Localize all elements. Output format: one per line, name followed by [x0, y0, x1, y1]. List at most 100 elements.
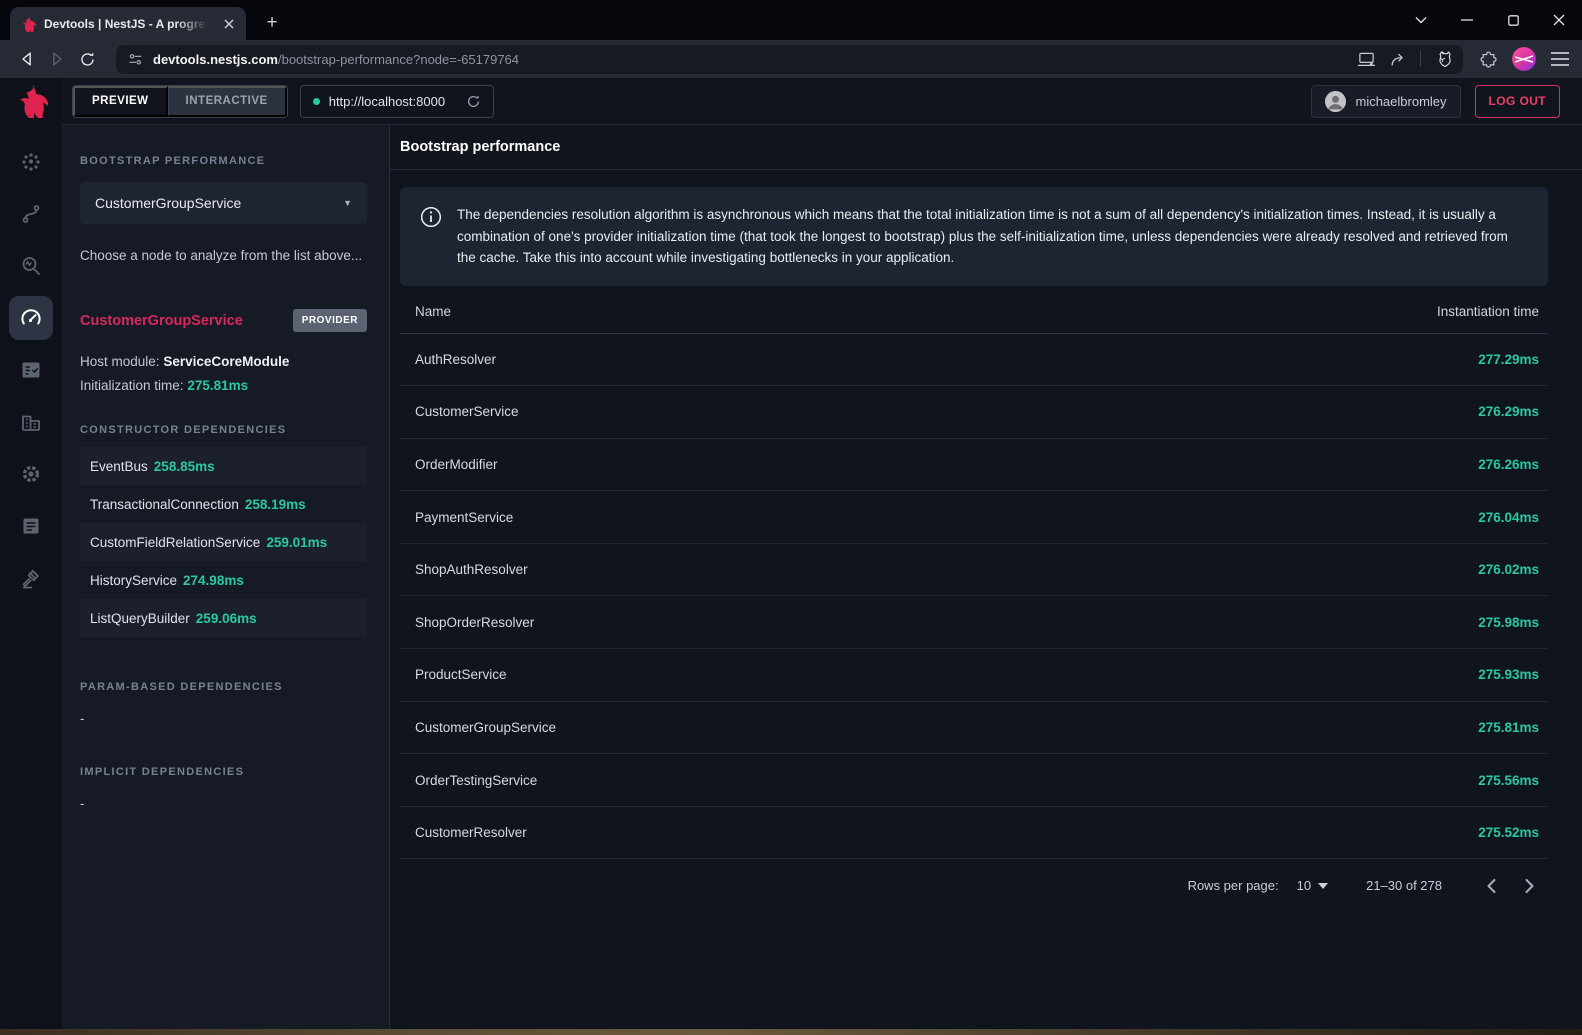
column-name: Name: [415, 304, 451, 319]
table-row: CustomerService 276.29ms: [400, 386, 1548, 439]
table-row: ProductService 275.93ms: [400, 649, 1548, 702]
previous-page-button[interactable]: [1472, 867, 1510, 905]
dependency-time: 258.19ms: [245, 497, 306, 512]
dependency-item[interactable]: CustomFieldRelationService 259.01ms: [80, 523, 367, 561]
nav-modules[interactable]: [9, 400, 53, 444]
table-pagination: Rows per page: 10 21–30 of 278: [400, 859, 1548, 912]
window-close-button[interactable]: [1536, 0, 1582, 40]
table-row: ShopAuthResolver 276.02ms: [400, 544, 1548, 597]
desktop-background-edge: [0, 1029, 1582, 1035]
send-to-device-icon[interactable]: [1357, 51, 1376, 68]
user-chip[interactable]: michaelbromley: [1311, 85, 1460, 118]
nav-build[interactable]: [9, 556, 53, 600]
dependency-time: 259.06ms: [196, 611, 257, 626]
node-select[interactable]: CustomerGroupService ▼: [80, 182, 367, 224]
interactive-button[interactable]: INTERACTIVE: [168, 86, 287, 117]
dependency-item[interactable]: ListQueryBuilder 259.06ms: [80, 599, 367, 637]
devtools-app: PREVIEW INTERACTIVE http://localhost:800…: [0, 78, 1582, 1029]
docs-icon: [20, 515, 42, 537]
status-dot: [313, 98, 320, 105]
dependency-item[interactable]: HistoryService 274.98ms: [80, 561, 367, 599]
implicit-deps-empty: -: [80, 796, 367, 811]
browser-toolbar: devtools.nestjs.com/bootstrap-performanc…: [0, 40, 1582, 78]
row-node-name: ShopAuthResolver: [415, 562, 528, 577]
preview-button[interactable]: PREVIEW: [73, 86, 168, 117]
nestjs-logo[interactable]: [0, 78, 62, 124]
nav-performance[interactable]: [9, 296, 53, 340]
param-deps-title: PARAM-BASED DEPENDENCIES: [80, 681, 367, 693]
nav-routes[interactable]: [9, 192, 53, 236]
nav-docs[interactable]: [9, 504, 53, 548]
row-node-name: AuthResolver: [415, 352, 496, 367]
window-maximize-button[interactable]: [1490, 0, 1536, 40]
row-node-name: OrderModifier: [415, 457, 498, 472]
implicit-deps-title: IMPLICIT DEPENDENCIES: [80, 766, 367, 778]
logout-button[interactable]: LOG OUT: [1475, 85, 1560, 118]
back-button[interactable]: [12, 44, 42, 74]
table-row: OrderModifier 276.26ms: [400, 439, 1548, 492]
menu-icon[interactable]: [1550, 51, 1570, 67]
window-minimize-button[interactable]: [1444, 0, 1490, 40]
extensions-icon[interactable]: [1479, 50, 1498, 69]
next-page-button[interactable]: [1510, 867, 1548, 905]
node-select-value: CustomerGroupService: [95, 195, 241, 211]
url-bar[interactable]: devtools.nestjs.com/bootstrap-performanc…: [116, 45, 1463, 74]
row-instantiation-time: 275.93ms: [1478, 667, 1539, 682]
node-panel: BOOTSTRAP PERFORMANCE CustomerGroupServi…: [62, 125, 390, 1029]
forward-button[interactable]: [42, 44, 72, 74]
dependency-time: 274.98ms: [183, 573, 244, 588]
new-tab-button[interactable]: +: [260, 13, 284, 32]
refresh-icon[interactable]: [466, 94, 481, 109]
browser-tab[interactable]: Devtools | NestJS - A progressive: [10, 7, 246, 40]
nav-settings[interactable]: [9, 452, 53, 496]
row-instantiation-time: 276.02ms: [1478, 562, 1539, 577]
column-instantiation-time: Instantiation time: [1437, 304, 1539, 319]
selected-node-name: CustomerGroupService: [80, 313, 243, 329]
host-module-row: Host module: ServiceCoreModule: [80, 350, 367, 374]
chevron-down-icon: [1318, 883, 1328, 889]
row-node-name: PaymentService: [415, 510, 513, 525]
dependency-name: HistoryService: [90, 573, 177, 588]
nav-rail: [0, 78, 62, 1029]
nestjs-favicon: [20, 16, 36, 32]
dependency-item[interactable]: TransactionalConnection 258.19ms: [80, 485, 367, 523]
row-instantiation-time: 275.98ms: [1478, 615, 1539, 630]
main-content: Bootstrap performance The dependencies r…: [390, 125, 1582, 1029]
rows-per-page-label: Rows per page:: [1188, 878, 1279, 893]
row-instantiation-time: 275.81ms: [1478, 720, 1539, 735]
browser-profile-avatar[interactable]: [1512, 47, 1536, 71]
nav-inspect[interactable]: [9, 244, 53, 288]
provider-badge: PROVIDER: [293, 309, 367, 332]
browser-tab-strip: Devtools | NestJS - A progressive +: [0, 0, 1582, 40]
site-settings-icon[interactable]: [128, 53, 143, 66]
host-module-value: ServiceCoreModule: [163, 354, 289, 369]
rows-per-page-select[interactable]: 10: [1297, 878, 1328, 893]
row-instantiation-time: 275.56ms: [1478, 773, 1539, 788]
table-row: ShopOrderResolver 275.98ms: [400, 596, 1548, 649]
target-url: http://localhost:8000: [329, 94, 445, 109]
dependency-item[interactable]: EventBus 258.85ms: [80, 447, 367, 485]
panel-hint: Choose a node to analyze from the list a…: [80, 245, 367, 267]
performance-table: Name Instantiation time AuthResolver 277…: [400, 290, 1548, 913]
pagination-range: 21–30 of 278: [1366, 878, 1442, 893]
share-icon[interactable]: [1389, 51, 1407, 68]
graph-icon: [20, 151, 42, 173]
row-node-name: CustomerGroupService: [415, 720, 556, 735]
reload-button[interactable]: [72, 44, 102, 74]
panel-section-title: BOOTSTRAP PERFORMANCE: [80, 155, 367, 167]
table-row: PaymentService 276.04ms: [400, 491, 1548, 544]
row-node-name: OrderTestingService: [415, 773, 537, 788]
username: michaelbromley: [1355, 94, 1446, 109]
tab-search-icon[interactable]: [1398, 0, 1444, 40]
nav-audits[interactable]: [9, 348, 53, 392]
nav-graph[interactable]: [9, 140, 53, 184]
brave-shields-icon[interactable]: [1434, 50, 1451, 69]
target-url-box[interactable]: http://localhost:8000: [300, 85, 494, 118]
fact-check-icon: [20, 359, 42, 381]
row-node-name: CustomerService: [415, 404, 519, 419]
init-time-value: 275.81ms: [187, 378, 248, 393]
tab-title: Devtools | NestJS - A progressive: [44, 17, 212, 31]
tab-close-icon[interactable]: [220, 15, 238, 33]
chevron-down-icon: ▼: [343, 198, 352, 208]
info-text: The dependencies resolution algorithm is…: [457, 204, 1528, 269]
